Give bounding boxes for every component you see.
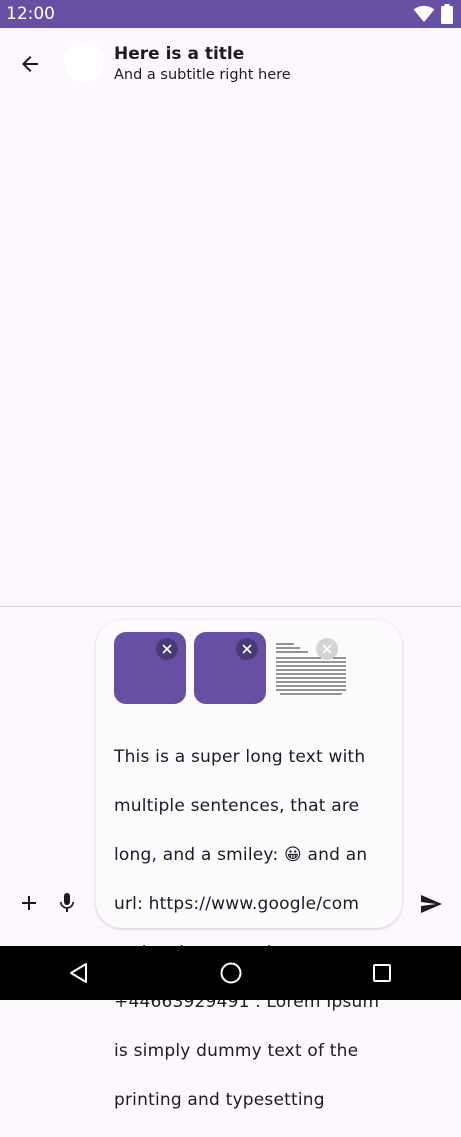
message-line: multiple sentences, that are <box>114 795 360 816</box>
battery-icon <box>441 4 453 24</box>
message-line: url: https://www.google/com <box>114 893 360 914</box>
system-navigation-bar <box>0 946 461 1000</box>
attachment-image-1[interactable] <box>114 632 186 704</box>
close-icon <box>242 644 252 654</box>
attachment-image-2[interactable] <box>194 632 266 704</box>
status-icons <box>413 4 453 24</box>
nav-home-button[interactable] <box>219 961 243 985</box>
message-line: printing and typesetting <box>114 1089 325 1110</box>
message-input[interactable]: This is a super long text with multiple … <box>114 720 386 1137</box>
nav-back-button[interactable] <box>68 962 90 984</box>
add-button[interactable] <box>17 891 41 915</box>
microphone-button[interactable] <box>55 890 79 916</box>
microphone-icon <box>60 893 74 912</box>
close-icon <box>322 644 332 654</box>
status-bar: 12:00 <box>0 0 461 28</box>
send-button[interactable] <box>418 892 444 916</box>
divider <box>0 606 461 607</box>
arrow-back-icon <box>22 56 38 72</box>
document-preview-icon <box>276 643 346 695</box>
remove-attachment-2-button[interactable] <box>236 638 258 660</box>
status-time: 12:00 <box>6 4 55 24</box>
send-icon <box>421 895 442 913</box>
page-subtitle: And a subtitle right here <box>114 67 291 83</box>
remove-attachment-1-button[interactable] <box>156 638 178 660</box>
message-list <box>0 100 461 606</box>
nav-recents-button[interactable] <box>372 963 392 983</box>
attachment-document[interactable] <box>274 632 348 704</box>
wifi-icon <box>413 5 435 22</box>
page-title: Here is a title <box>114 44 245 64</box>
message-line: This is a super long text with <box>114 746 366 767</box>
back-button[interactable] <box>18 52 46 76</box>
message-composer[interactable]: This is a super long text with multiple … <box>96 620 402 1110</box>
top-app-bar: Here is a title And a subtitle right her… <box>0 28 461 100</box>
avatar[interactable] <box>64 42 104 82</box>
triangle-back-icon <box>70 963 87 983</box>
circle-home-icon <box>220 962 242 984</box>
square-recents-icon <box>373 964 391 982</box>
message-line: long, and a smiley: 😀 and an <box>114 844 368 865</box>
title-block: Here is a title And a subtitle right her… <box>114 43 291 85</box>
close-icon <box>162 644 172 654</box>
plus-icon <box>22 896 36 910</box>
remove-attachment-3-button[interactable] <box>316 638 338 660</box>
message-line: is simply dummy text of the <box>114 1040 359 1061</box>
